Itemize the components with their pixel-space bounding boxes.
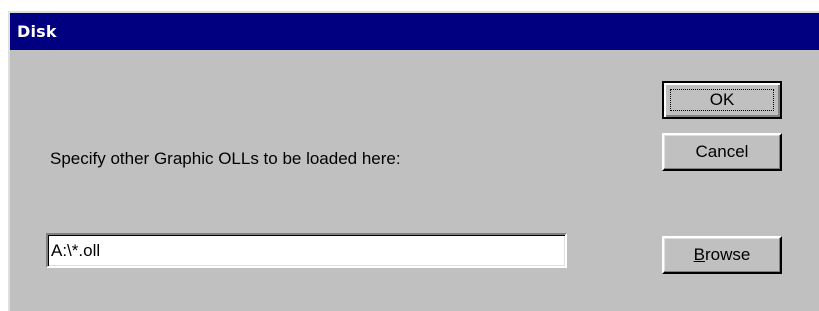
- ok-button-label: OK: [709, 90, 735, 109]
- prompt-label: Specify other Graphic OLLs to be loaded …: [50, 149, 401, 168]
- disk-dialog: Disk Specify other Graphic OLLs to be lo…: [8, 11, 819, 311]
- cancel-button[interactable]: Cancel: [662, 133, 782, 171]
- ok-button[interactable]: OK: [662, 81, 782, 119]
- browse-button-label: Browse: [694, 245, 751, 265]
- window-title: Disk: [17, 22, 57, 41]
- browse-label-rest: rowse: [704, 245, 751, 264]
- browse-mnemonic: B: [693, 245, 705, 264]
- cancel-button-label: Cancel: [695, 142, 749, 161]
- dll-path-input[interactable]: [46, 233, 567, 268]
- browse-button[interactable]: Browse: [662, 236, 782, 274]
- title-bar[interactable]: Disk: [10, 13, 819, 50]
